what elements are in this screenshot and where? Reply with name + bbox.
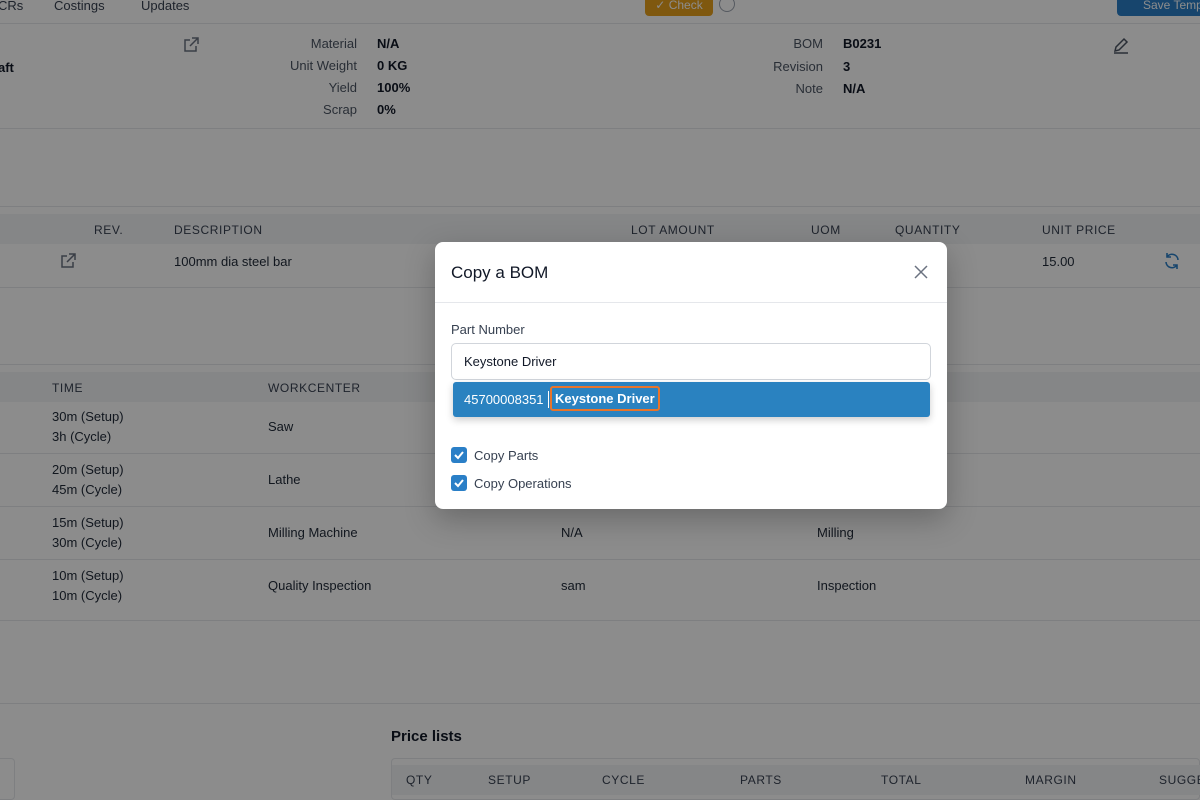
option-separator [548, 391, 549, 408]
modal-divider [435, 302, 947, 303]
part-number-option[interactable]: 45700008351 Keystone Driver [453, 382, 930, 417]
copy-parts-label[interactable]: Copy Parts [474, 448, 538, 463]
part-number-label: Part Number [451, 322, 525, 337]
copy-parts-checkbox[interactable] [451, 447, 467, 463]
checkmark-icon [454, 451, 464, 460]
checkmark-icon [454, 479, 464, 488]
option-name: Keystone Driver [550, 386, 660, 411]
part-number-input[interactable] [451, 343, 931, 380]
option-code: 45700008351 [464, 392, 544, 407]
copy-bom-modal: Copy a BOM Part Number 45700008351 Keyst… [435, 242, 947, 509]
modal-title: Copy a BOM [451, 263, 549, 282]
close-icon[interactable] [913, 264, 929, 280]
copy-operations-checkbox[interactable] [451, 475, 467, 491]
copy-operations-label[interactable]: Copy Operations [474, 476, 572, 491]
